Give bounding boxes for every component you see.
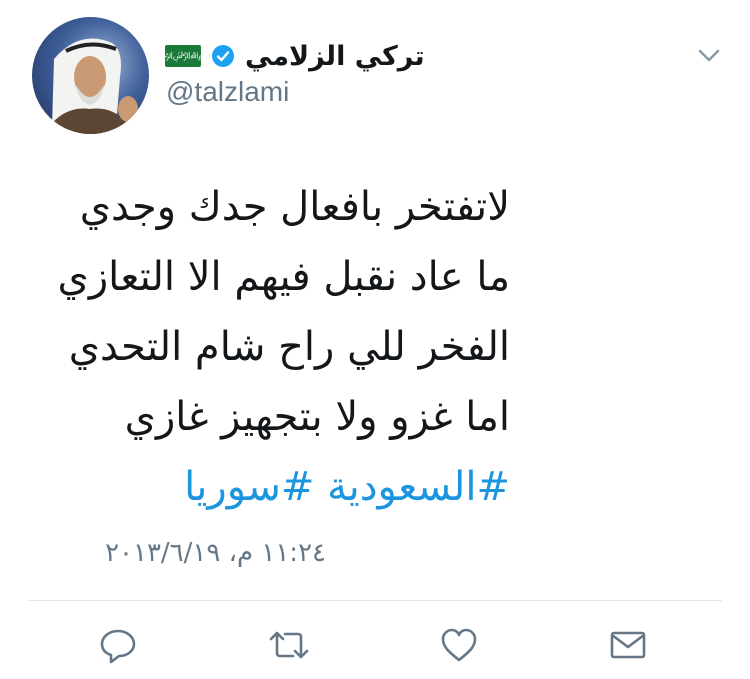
avatar-image [44,38,138,134]
tweet-line: ما عاد نقبل فيهم الا التعازي [57,254,510,300]
avatar[interactable] [32,17,149,134]
hashtag-saudi[interactable]: #السعودية [327,464,510,510]
tweet-text: لاتفتخر بافعال جدك وجدي ما عاد نقبل فيهم… [40,172,510,522]
heart-icon[interactable] [437,623,481,667]
saudi-flag-icon: ﷽ [148,45,218,67]
hashtag-syria[interactable]: #سوريا [184,464,314,510]
verified-badge-icon [212,45,234,67]
tweet-actions [0,615,750,675]
retweet-icon[interactable] [267,623,311,667]
divider [28,600,722,601]
tweet-timestamp[interactable]: ١١:٢٤ م، ٢٠١٣/٦/١٩ [36,538,326,568]
name-row: ﷽ تركي الزلامي [148,36,425,76]
user-handle[interactable]: @talzlami [166,76,289,108]
envelope-icon[interactable] [606,623,650,667]
reply-icon[interactable] [96,623,140,667]
chevron-down-icon[interactable] [694,40,724,70]
tweet-header: ﷽ تركي الزلامي @talzlami [0,0,750,140]
tweet-line: لاتفتخر بافعال جدك وجدي [79,184,510,230]
hashtags: #السعودية #سوريا [40,452,510,522]
tweet-line: الفخر للي راح شام التحدي [68,324,510,370]
tweet-line: اما غزو ولا بتجهيز غازي [124,394,510,440]
display-name[interactable]: تركي الزلامي [245,41,425,72]
